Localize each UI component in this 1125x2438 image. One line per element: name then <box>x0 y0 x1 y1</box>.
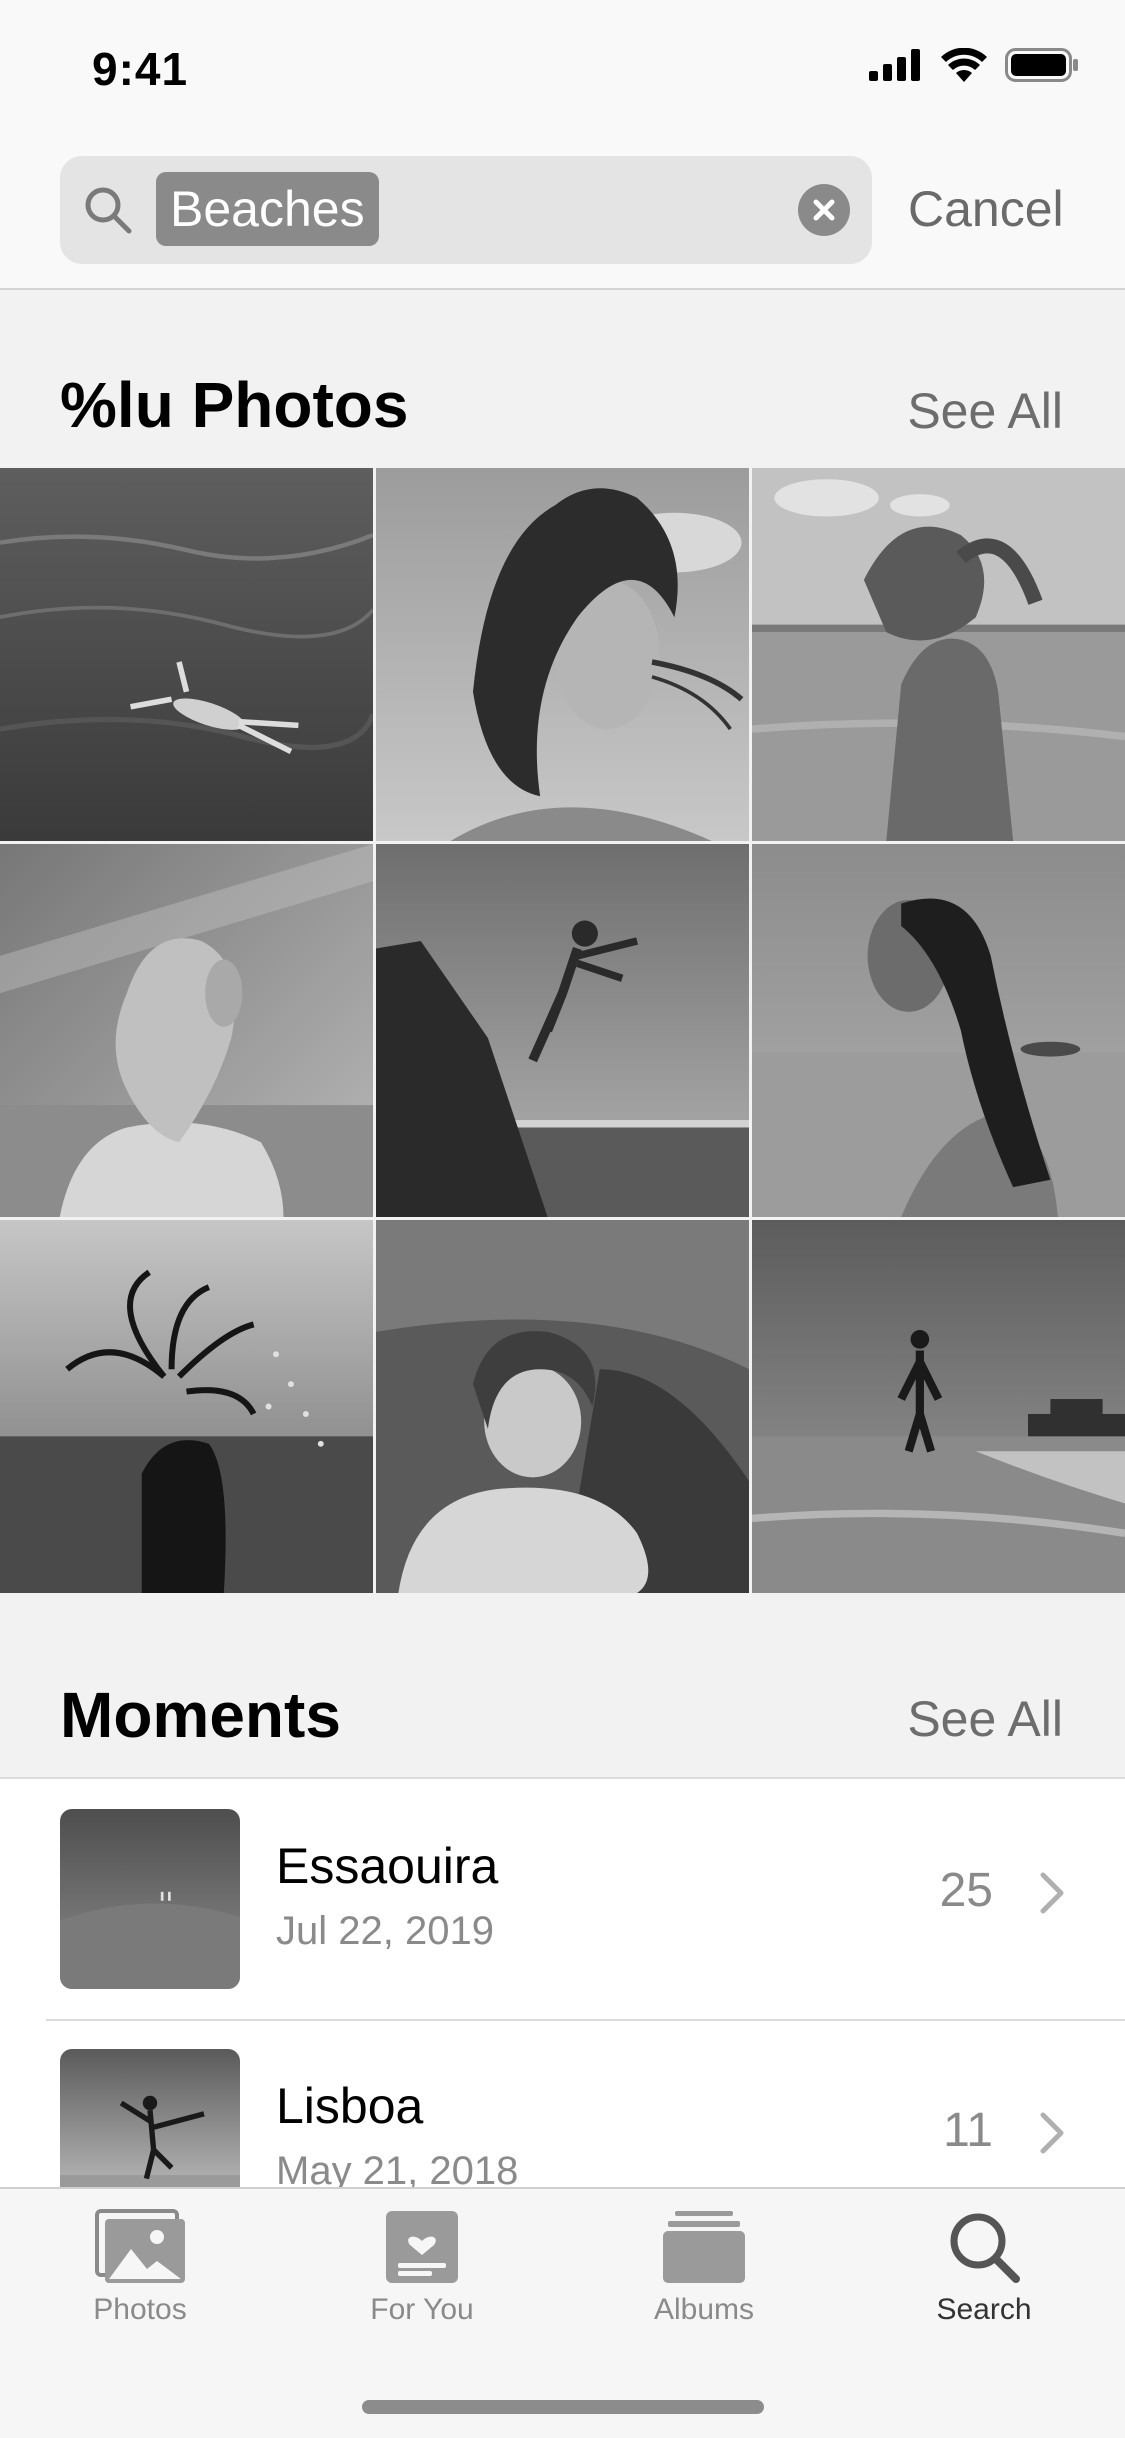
tab-label: Photos <box>93 2293 187 2326</box>
search-field[interactable]: Beaches <box>60 156 872 264</box>
chevron-right-icon <box>1040 1872 1064 1914</box>
status-icons <box>869 48 1079 82</box>
photos-see-all-button[interactable]: See All <box>907 382 1063 440</box>
status-bar: 9:41 <box>0 0 1125 132</box>
moment-title: Essaouira <box>276 1838 499 1894</box>
moments-list: Essaouira Jul 22, 2019 25 Lisboa May 21,… <box>0 1777 1125 2229</box>
photo-thumbnail[interactable] <box>0 468 373 841</box>
tab-for-you[interactable]: For You <box>302 2209 542 2359</box>
tab-photos[interactable]: Photos <box>20 2209 260 2359</box>
signal-icon <box>869 49 920 81</box>
list-item[interactable]: Essaouira Jul 22, 2019 25 <box>0 1779 1125 2021</box>
photo-thumbnail[interactable] <box>752 468 1125 841</box>
clear-search-icon[interactable] <box>798 184 850 236</box>
close-icon <box>813 199 835 221</box>
cancel-button[interactable]: Cancel <box>908 180 1064 238</box>
moment-count: 11 <box>943 2104 993 2157</box>
photo-thumbnail[interactable] <box>376 844 749 1217</box>
search-icon <box>950 2213 1020 2283</box>
search-query-token[interactable]: Beaches <box>156 172 379 246</box>
wifi-icon <box>941 48 987 82</box>
search-header: Beaches Cancel <box>0 132 1125 290</box>
photo-grid <box>0 468 1125 1593</box>
tab-albums[interactable]: Albums <box>584 2209 824 2359</box>
photos-section-title: %lu Photos <box>60 369 409 441</box>
battery-icon <box>1005 48 1078 82</box>
moment-thumbnail <box>60 1809 240 1989</box>
photo-thumbnail[interactable] <box>752 1220 1125 1593</box>
photo-thumbnail[interactable] <box>0 844 373 1217</box>
albums-icon <box>663 2211 745 2283</box>
photos-icon <box>95 2209 185 2283</box>
photo-thumbnail[interactable] <box>0 1220 373 1593</box>
photo-thumbnail[interactable] <box>376 468 749 841</box>
photo-thumbnail[interactable] <box>376 1220 749 1593</box>
photo-thumbnail[interactable] <box>752 844 1125 1217</box>
tab-label: Albums <box>653 2293 755 2326</box>
home-indicator[interactable] <box>362 2400 764 2414</box>
moments-see-all-button[interactable]: See All <box>907 1690 1063 1748</box>
moment-count: 25 <box>939 1864 993 1917</box>
moments-section-title: Moments <box>60 1679 341 1751</box>
moment-title: Lisboa <box>276 2078 424 2134</box>
moment-date: Jul 22, 2019 <box>276 1909 494 1953</box>
search-icon <box>85 187 132 234</box>
chevron-right-icon <box>1040 2112 1064 2154</box>
tab-search[interactable]: Search <box>864 2209 1104 2359</box>
tab-label: For You <box>370 2293 474 2326</box>
status-time: 9:41 <box>92 43 189 95</box>
tab-label: Search <box>936 2293 1032 2326</box>
for-you-icon <box>386 2211 458 2283</box>
